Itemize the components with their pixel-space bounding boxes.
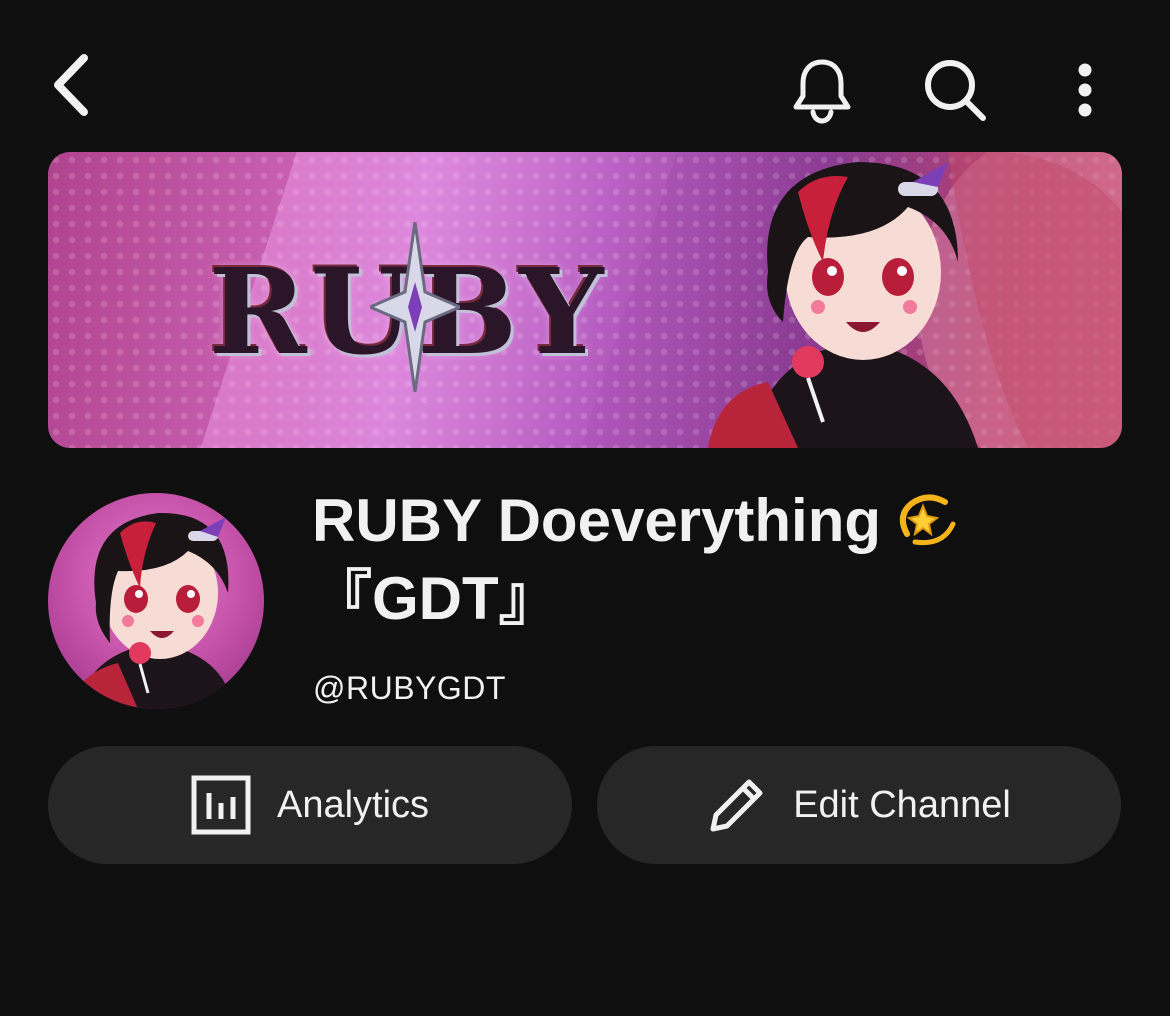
channel-page: RUBY Doeverything 『GDT』 @RUBYGDT Analyti… (0, 0, 1170, 1016)
top-bar (0, 0, 1170, 150)
bell-icon (793, 59, 851, 124)
analytics-button[interactable]: Analytics (48, 746, 572, 864)
search-icon (925, 60, 986, 121)
chevron-left-icon (54, 54, 88, 116)
more-vertical-icon (1078, 63, 1092, 117)
channel-handle: @RUBYGDT (313, 670, 506, 706)
dizzy-emoji-icon (893, 486, 959, 552)
back-button[interactable] (36, 50, 106, 120)
channel-name-suffix: 『GDT』 (312, 565, 559, 632)
sparkle-star-icon (370, 222, 460, 392)
edit-channel-label: Edit Channel (793, 783, 1011, 826)
pencil-icon (710, 779, 763, 832)
banner-logo: RUBY (198, 222, 618, 392)
channel-name-text: RUBY Doeverything (312, 487, 882, 554)
analytics-label: Analytics (276, 783, 430, 826)
channel-name: RUBY Doeverything 『GDT』 (312, 482, 1112, 638)
avatar-character-art (68, 512, 234, 709)
edit-channel-button[interactable]: Edit Channel (597, 746, 1121, 864)
banner-character-art (708, 152, 1122, 448)
channel-banner: RUBY (48, 152, 1122, 448)
notifications-button[interactable] (782, 50, 862, 130)
search-button[interactable] (915, 50, 995, 130)
more-options-button[interactable] (1055, 50, 1115, 130)
channel-avatar[interactable] (48, 493, 264, 709)
analytics-icon (191, 775, 251, 835)
